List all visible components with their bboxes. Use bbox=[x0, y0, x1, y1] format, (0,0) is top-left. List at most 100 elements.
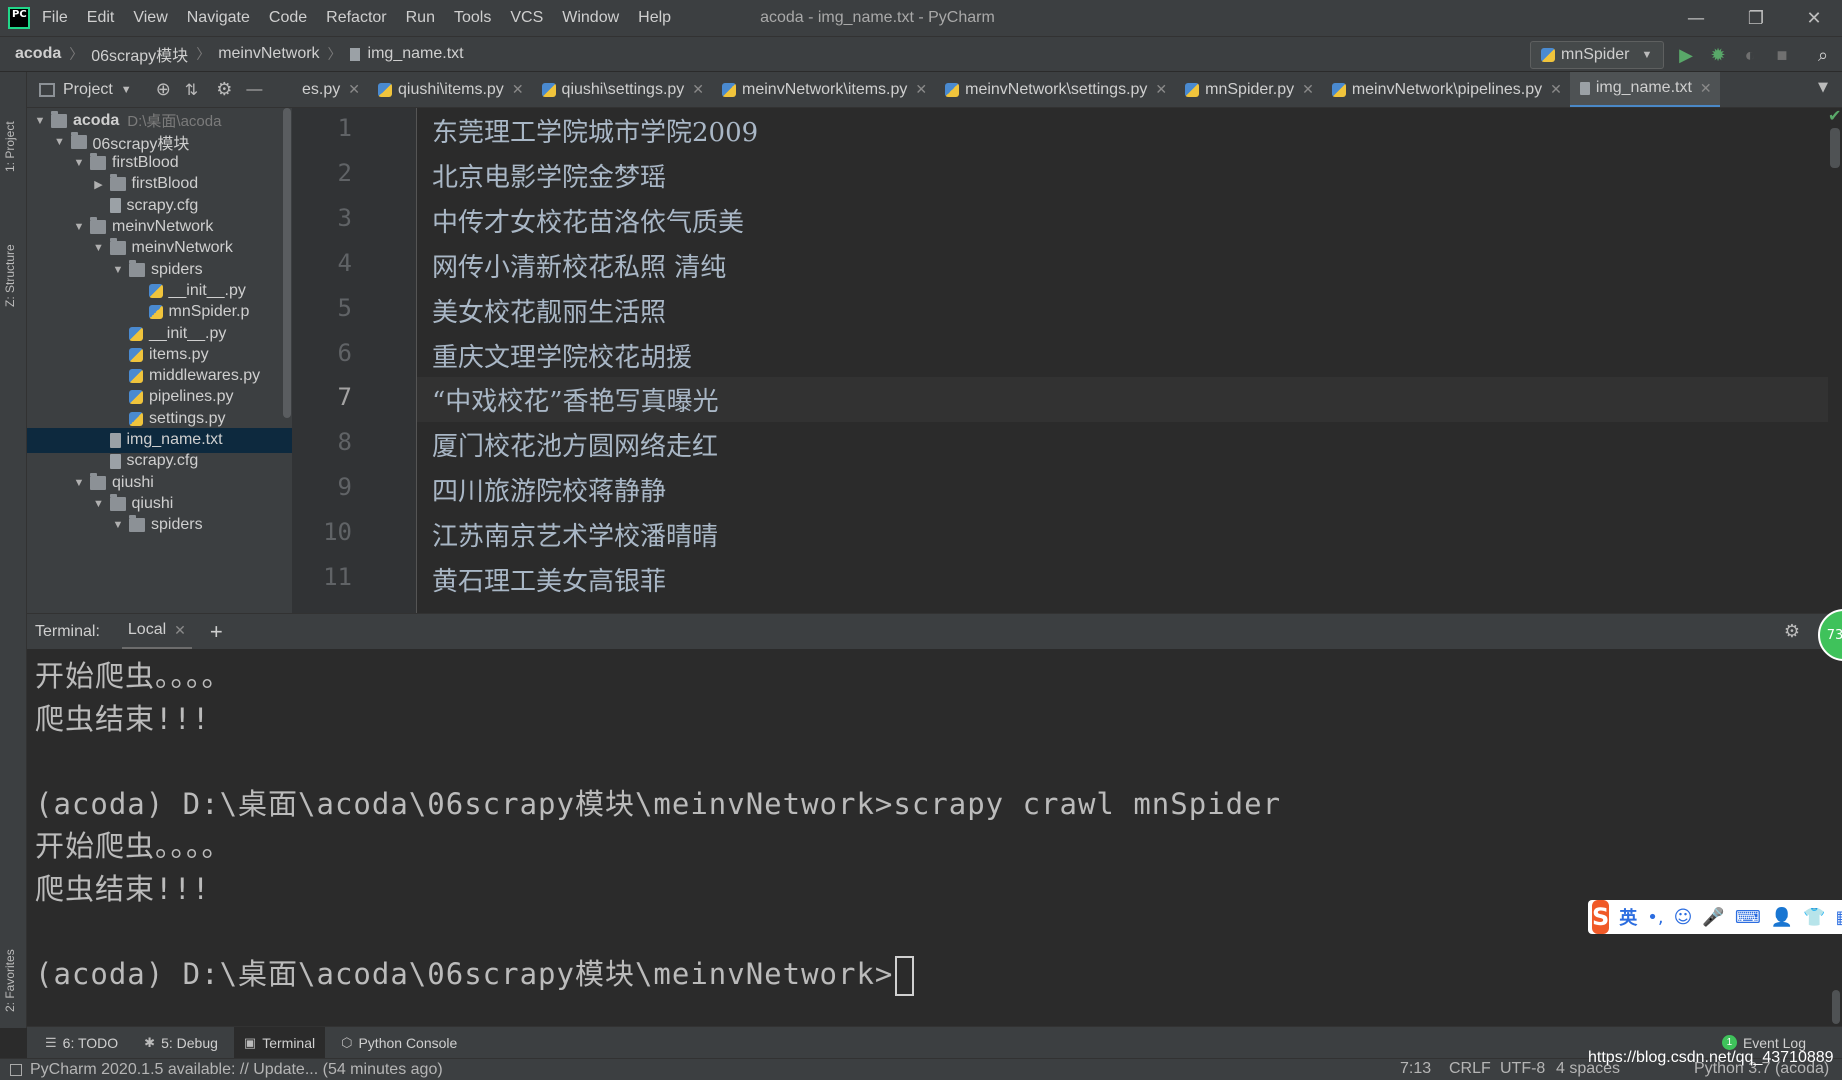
editor-tab[interactable]: img_name.txt ✕ bbox=[1569, 72, 1720, 107]
project-tool-tab[interactable]: 1: Project bbox=[3, 82, 17, 172]
sogou-logo[interactable]: S bbox=[1592, 900, 1610, 934]
tool-window-todo[interactable]: ☰ 6: TODO bbox=[35, 1027, 128, 1059]
breadcrumb-item[interactable]: meinvNetwork bbox=[218, 45, 319, 63]
chevron-down-icon[interactable]: ▼ bbox=[72, 477, 86, 489]
close-icon[interactable]: ✕ bbox=[174, 622, 186, 639]
locate-icon[interactable]: ⊕ bbox=[156, 79, 171, 100]
chevron-down-icon[interactable]: ▼ bbox=[72, 221, 86, 233]
line-separator[interactable]: CRLF bbox=[1449, 1060, 1491, 1078]
menu-code[interactable]: Code bbox=[269, 9, 307, 27]
chevron-down-icon[interactable]: ▼ bbox=[33, 115, 47, 127]
editor-tab[interactable]: meinvNetwork\items.py ✕ bbox=[712, 72, 935, 107]
tool-window-debug[interactable]: ✱ 5: Debug bbox=[134, 1027, 228, 1059]
breadcrumb-item[interactable]: 06scrapy模块 bbox=[91, 42, 188, 66]
chevron-down-icon[interactable]: ▼ bbox=[121, 84, 132, 96]
editor-line[interactable]: 黄石理工美女高银菲 bbox=[417, 557, 1828, 602]
toolbox-icon[interactable]: ▦ bbox=[1836, 907, 1842, 928]
debug-icon[interactable]: ✹ bbox=[1707, 44, 1729, 66]
menu-refactor[interactable]: Refactor bbox=[326, 9, 386, 27]
user-icon[interactable]: 👤 bbox=[1771, 907, 1793, 928]
editor-line[interactable]: 北京电影学院金梦瑶 bbox=[417, 153, 1828, 198]
tree-scrollbar[interactable] bbox=[283, 108, 291, 418]
chevron-right-icon[interactable]: ▶ bbox=[92, 178, 106, 191]
restore-button[interactable]: ❐ bbox=[1728, 0, 1784, 36]
menu-help[interactable]: Help bbox=[638, 9, 671, 27]
editor-line[interactable]: 东莞理工学院城市学院2009 bbox=[417, 108, 1828, 153]
emoji-icon[interactable]: ☺ bbox=[1674, 907, 1693, 928]
close-icon[interactable]: ✕ bbox=[1302, 81, 1314, 98]
editor-line[interactable]: 江苏南京艺术学校潘晴晴 bbox=[417, 512, 1828, 557]
menu-edit[interactable]: Edit bbox=[87, 9, 115, 27]
editor-line[interactable]: 网传小清新校花私照 清纯 bbox=[417, 243, 1828, 288]
gear-icon[interactable]: ⚙ bbox=[1784, 621, 1800, 642]
terminal-output[interactable]: 开始爬虫。。。。 爬虫结束!!! (acoda) D:\桌面\acoda\06scr… bbox=[27, 649, 1830, 1026]
tool-window-terminal[interactable]: ▣ Terminal bbox=[233, 1026, 326, 1059]
add-terminal-icon[interactable]: + bbox=[210, 619, 223, 645]
caret-position[interactable]: 7:13 bbox=[1400, 1060, 1431, 1078]
chevron-down-icon[interactable]: ▼ bbox=[72, 157, 86, 169]
editor-tab[interactable]: meinvNetwork\settings.py ✕ bbox=[935, 72, 1175, 107]
menu-view[interactable]: View bbox=[133, 9, 167, 27]
run-config-select[interactable]: mnSpider ▼ bbox=[1530, 41, 1664, 69]
file-encoding[interactable]: UTF-8 bbox=[1500, 1060, 1545, 1078]
gear-icon[interactable]: ⚙ bbox=[216, 79, 232, 100]
editor-tab[interactable]: qiushi\items.py ✕ bbox=[368, 72, 532, 107]
close-icon[interactable]: ✕ bbox=[1155, 81, 1167, 98]
editor-tab[interactable]: es.py ✕ bbox=[292, 72, 368, 107]
breadcrumb-item[interactable]: acoda bbox=[15, 45, 61, 63]
structure-tool-tab[interactable]: Z: Structure bbox=[3, 187, 17, 307]
coverage-icon[interactable]: ◐ bbox=[1739, 44, 1761, 66]
editor-tab[interactable]: qiushi\settings.py ✕ bbox=[532, 72, 712, 107]
menu-window[interactable]: Window bbox=[562, 9, 619, 27]
run-icon[interactable]: ▶ bbox=[1675, 44, 1697, 66]
punctuation-icon[interactable]: •, bbox=[1647, 907, 1663, 928]
chevron-down-icon[interactable]: ▼ bbox=[111, 264, 125, 276]
editor-line[interactable]: 中传才女校花苗洛依气质美 bbox=[417, 198, 1828, 243]
minimize-button[interactable]: — bbox=[1668, 0, 1724, 36]
editor-tab[interactable]: mnSpider.py ✕ bbox=[1175, 72, 1322, 107]
terminal-scrollbar[interactable] bbox=[1832, 990, 1840, 1024]
close-icon[interactable]: ✕ bbox=[1550, 81, 1562, 98]
editor-line[interactable]: “中戏校花”香艳写真曝光 bbox=[417, 377, 1828, 423]
chevron-down-icon[interactable]: ▼ bbox=[92, 242, 106, 254]
editor-tab[interactable]: meinvNetwork\pipelines.py ✕ bbox=[1322, 72, 1570, 107]
close-icon[interactable]: ✕ bbox=[512, 81, 524, 98]
project-panel-title[interactable]: Project bbox=[63, 81, 113, 99]
editor-line[interactable]: 厦门校花池方圆网络走红 bbox=[417, 422, 1828, 467]
hide-panel-icon[interactable]: — bbox=[246, 81, 262, 99]
editor-line[interactable]: 四川旅游院校蒋静静 bbox=[417, 467, 1828, 512]
status-square-icon[interactable] bbox=[10, 1063, 22, 1076]
menu-tools[interactable]: Tools bbox=[454, 9, 491, 27]
text-editor[interactable]: 东莞理工学院城市学院2009 北京电影学院金梦瑶 中传才女校花苗洛依气质美 网传小清新… bbox=[417, 108, 1828, 613]
chevron-down-icon[interactable]: ▼ bbox=[92, 498, 106, 510]
tabs-dropdown-icon[interactable]: ▼ bbox=[1818, 80, 1828, 95]
chevron-down-icon[interactable]: ▼ bbox=[53, 136, 67, 148]
close-icon[interactable]: ✕ bbox=[692, 81, 704, 98]
menu-vcs[interactable]: VCS bbox=[510, 9, 543, 27]
tree-item[interactable]: ▼ spiders bbox=[27, 513, 292, 538]
menu-navigate[interactable]: Navigate bbox=[187, 9, 250, 27]
editor-line[interactable]: 重庆文理学院校花胡援 bbox=[417, 333, 1828, 378]
microphone-icon[interactable]: 🎤 bbox=[1702, 907, 1724, 928]
status-message[interactable]: PyCharm 2020.1.5 available: // Update...… bbox=[30, 1061, 443, 1079]
ime-mode-toggle[interactable]: 英 bbox=[1619, 904, 1637, 930]
collapse-all-icon[interactable]: ⇅ bbox=[185, 80, 198, 100]
search-icon[interactable]: ⌕ bbox=[1812, 44, 1834, 66]
close-icon[interactable]: ✕ bbox=[915, 81, 927, 98]
close-icon[interactable]: ✕ bbox=[1700, 80, 1712, 97]
editor-line[interactable]: 美女校花靓丽生活照 bbox=[417, 288, 1828, 333]
keyboard-icon[interactable]: ⌨ bbox=[1735, 907, 1761, 928]
tool-window-python-console[interactable]: ⬡ Python Console bbox=[331, 1027, 467, 1059]
skin-icon[interactable]: 👕 bbox=[1803, 907, 1825, 928]
editor-scrollbar[interactable] bbox=[1830, 128, 1840, 168]
chevron-down-icon[interactable]: ▼ bbox=[111, 519, 125, 531]
terminal-tab-local[interactable]: Local ✕ bbox=[121, 614, 192, 650]
breadcrumb-item[interactable]: img_name.txt bbox=[368, 45, 464, 63]
menu-file[interactable]: File bbox=[42, 9, 68, 27]
menu-run[interactable]: Run bbox=[406, 9, 435, 27]
close-icon[interactable]: ✕ bbox=[348, 81, 360, 98]
favorites-tool-tab[interactable]: 2: Favorites bbox=[3, 912, 17, 1012]
terminal-line-text: 爬虫结束!!! bbox=[35, 701, 211, 736]
stop-icon[interactable]: ■ bbox=[1771, 44, 1793, 66]
close-window-button[interactable]: ✕ bbox=[1786, 0, 1842, 36]
